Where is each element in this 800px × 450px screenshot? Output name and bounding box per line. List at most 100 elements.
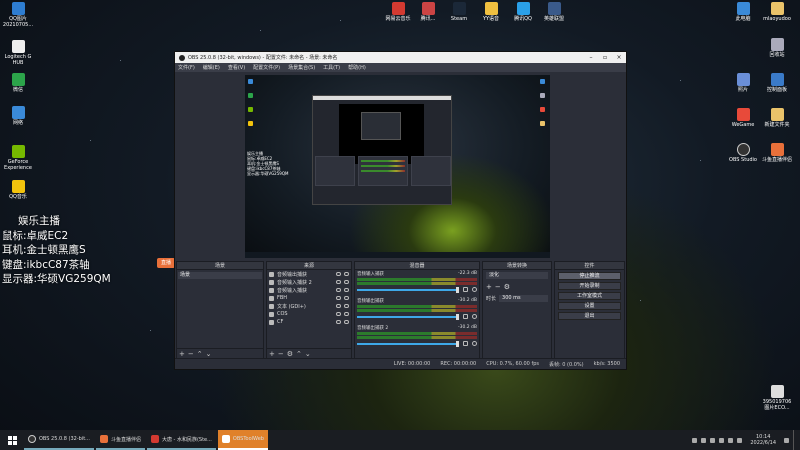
desktop-icon-image-file[interactable]: 395019706 图片ECO... — [760, 385, 794, 411]
desktop-icon-network[interactable]: 网络 — [1, 106, 35, 126]
lock-icon[interactable] — [344, 288, 349, 292]
desktop-icon-steam[interactable]: Steam — [442, 2, 476, 22]
volume-icon[interactable] — [737, 437, 743, 443]
source-item[interactable]: 音频输入捕获 2 — [267, 278, 351, 286]
eye-icon[interactable] — [336, 272, 341, 276]
desktop-icon-tencent[interactable]: 腾讯... — [411, 2, 445, 22]
desktop-icon-qq[interactable]: 腾讯QQ — [506, 2, 540, 22]
desktop-icon-yy[interactable]: YY语音 — [474, 2, 508, 22]
volume-slider[interactable] — [357, 342, 457, 345]
source-item[interactable]: 音频输入捕获 — [267, 286, 351, 294]
tray-app-icon[interactable] — [701, 437, 707, 443]
duration-input[interactable]: 300 ms — [499, 295, 548, 302]
lock-icon[interactable] — [344, 272, 349, 276]
eye-icon[interactable] — [336, 304, 341, 308]
remove-icon[interactable]: − — [495, 283, 501, 291]
eye-icon[interactable] — [336, 320, 341, 324]
desktop-icon-new-folder[interactable]: 新建文件夹 — [760, 108, 794, 128]
source-item[interactable]: 文本 (GDI+) — [267, 302, 351, 310]
taskbar-item-douyu[interactable]: 斗鱼直播伴侣 — [95, 430, 145, 450]
tray-app-icon[interactable] — [692, 437, 698, 443]
add-icon[interactable]: + — [269, 350, 275, 358]
desktop-icon-photos[interactable]: 照片 — [726, 73, 760, 93]
eye-icon[interactable] — [336, 280, 341, 284]
taskbar-item-obs[interactable]: OBS 25.0.8 (32-bit... — [24, 430, 94, 450]
gear-icon[interactable]: ⚙ — [504, 283, 510, 291]
volume-slider[interactable] — [357, 315, 457, 318]
notification-icon[interactable] — [784, 437, 789, 443]
preview-canvas[interactable]: 娱乐主播 鼠标:卓威EC2 耳机:金士顿黑鹰S 键盘:ikbcC87茶轴 显示器… — [245, 75, 550, 258]
move-down-icon[interactable]: ⌄ — [305, 350, 311, 358]
volume-slider[interactable] — [357, 288, 457, 291]
source-item[interactable]: CF — [267, 318, 351, 326]
lock-icon[interactable] — [344, 296, 349, 300]
live-side-tag[interactable]: 直播 — [157, 258, 175, 268]
menu-help[interactable]: 帮助(H) — [348, 64, 366, 71]
speaker-icon[interactable] — [463, 341, 468, 346]
desktop-icon-logitech[interactable]: Logitech G HUB — [1, 40, 35, 66]
desktop-icon-douyu[interactable]: 斗鱼直播伴侣 — [760, 143, 794, 163]
menu-scene-collection[interactable]: 场景集合(S) — [288, 64, 315, 71]
remove-icon[interactable]: − — [278, 350, 284, 358]
desktop-icon-wechat[interactable]: 微信 — [1, 73, 35, 93]
eye-icon[interactable] — [336, 296, 341, 300]
add-icon[interactable]: + — [179, 350, 185, 358]
close-icon[interactable]: × — [612, 54, 626, 61]
transition-select[interactable]: 淡化 — [486, 272, 548, 279]
maximize-icon[interactable]: ▫ — [598, 54, 612, 61]
gear-icon[interactable] — [472, 287, 477, 292]
scene-item[interactable]: 场景 — [178, 272, 262, 279]
move-down-icon[interactable]: ⌄ — [206, 350, 212, 358]
lock-icon[interactable] — [344, 320, 349, 324]
slider-handle[interactable] — [456, 286, 459, 293]
speaker-icon[interactable] — [463, 287, 468, 292]
taskbar-item-obstoolweb[interactable]: OBSToolWeb — [217, 430, 268, 450]
network-icon[interactable] — [728, 437, 734, 443]
move-up-icon[interactable]: ⌃ — [197, 350, 203, 358]
slider-handle[interactable] — [456, 340, 459, 347]
source-item[interactable]: COS — [267, 310, 351, 318]
eye-icon[interactable] — [336, 288, 341, 292]
show-desktop-button[interactable] — [793, 430, 796, 450]
gear-icon[interactable] — [472, 314, 477, 319]
add-icon[interactable]: + — [486, 283, 492, 291]
menu-tools[interactable]: 工具(T) — [323, 64, 340, 71]
desktop-icon-netease-music[interactable]: 网易云音乐 — [381, 2, 415, 22]
taskbar-item-netease[interactable]: 大唐 - 水和民族(Ste... — [146, 430, 216, 450]
gear-icon[interactable] — [472, 341, 477, 346]
clock[interactable]: 10:14 2022/6/14 — [750, 434, 776, 446]
desktop-icon-control-panel[interactable]: 控制面板 — [760, 73, 794, 93]
start-button[interactable] — [0, 430, 24, 450]
desktop-icon-user-folder[interactable]: mlaoyudoo — [760, 2, 794, 22]
desktop-icon-recycle-bin[interactable]: 回收站 — [760, 38, 794, 58]
tray-app-icon[interactable] — [719, 437, 725, 443]
source-item[interactable]: FBH — [267, 294, 351, 302]
slider-handle[interactable] — [456, 313, 459, 320]
desktop-icon-obs-studio[interactable]: OBS Studio — [726, 143, 760, 163]
minimize-icon[interactable]: – — [584, 54, 598, 61]
studio-mode-button[interactable]: 工作室模式 — [558, 292, 621, 300]
settings-button[interactable]: 设置 — [558, 302, 621, 310]
menu-view[interactable]: 查看(V) — [228, 64, 245, 71]
desktop-icon-qq-music[interactable]: QQ音乐 — [1, 180, 35, 200]
lock-icon[interactable] — [344, 312, 349, 316]
move-up-icon[interactable]: ⌃ — [296, 350, 302, 358]
gear-icon[interactable]: ⚙ — [287, 350, 293, 358]
menu-file[interactable]: 文件(F) — [178, 64, 195, 71]
speaker-icon[interactable] — [463, 314, 468, 319]
desktop-icon-this-pc[interactable]: 此电脑 — [726, 2, 760, 22]
lock-icon[interactable] — [344, 280, 349, 284]
exit-button[interactable]: 退出 — [558, 312, 621, 320]
obs-titlebar[interactable]: OBS 25.0.8 (32-bit, windows) - 配置文件: 未命名… — [175, 52, 626, 63]
desktop-icon-wegame[interactable]: WeGame — [726, 108, 760, 128]
remove-icon[interactable]: − — [188, 350, 194, 358]
desktop-icon-qq-image[interactable]: QQ图片 20210705... — [1, 2, 35, 28]
tray-app-icon[interactable] — [710, 437, 716, 443]
start-recording-button[interactable]: 开始录制 — [558, 282, 621, 290]
menu-profile[interactable]: 配置文件(P) — [253, 64, 280, 71]
lock-icon[interactable] — [344, 304, 349, 308]
eye-icon[interactable] — [336, 312, 341, 316]
desktop-icon-geforce[interactable]: GeForce Experience — [1, 145, 35, 171]
desktop-icon-lol[interactable]: 英雄联盟 — [537, 2, 571, 22]
source-item[interactable]: 音频输出捕获 — [267, 270, 351, 278]
